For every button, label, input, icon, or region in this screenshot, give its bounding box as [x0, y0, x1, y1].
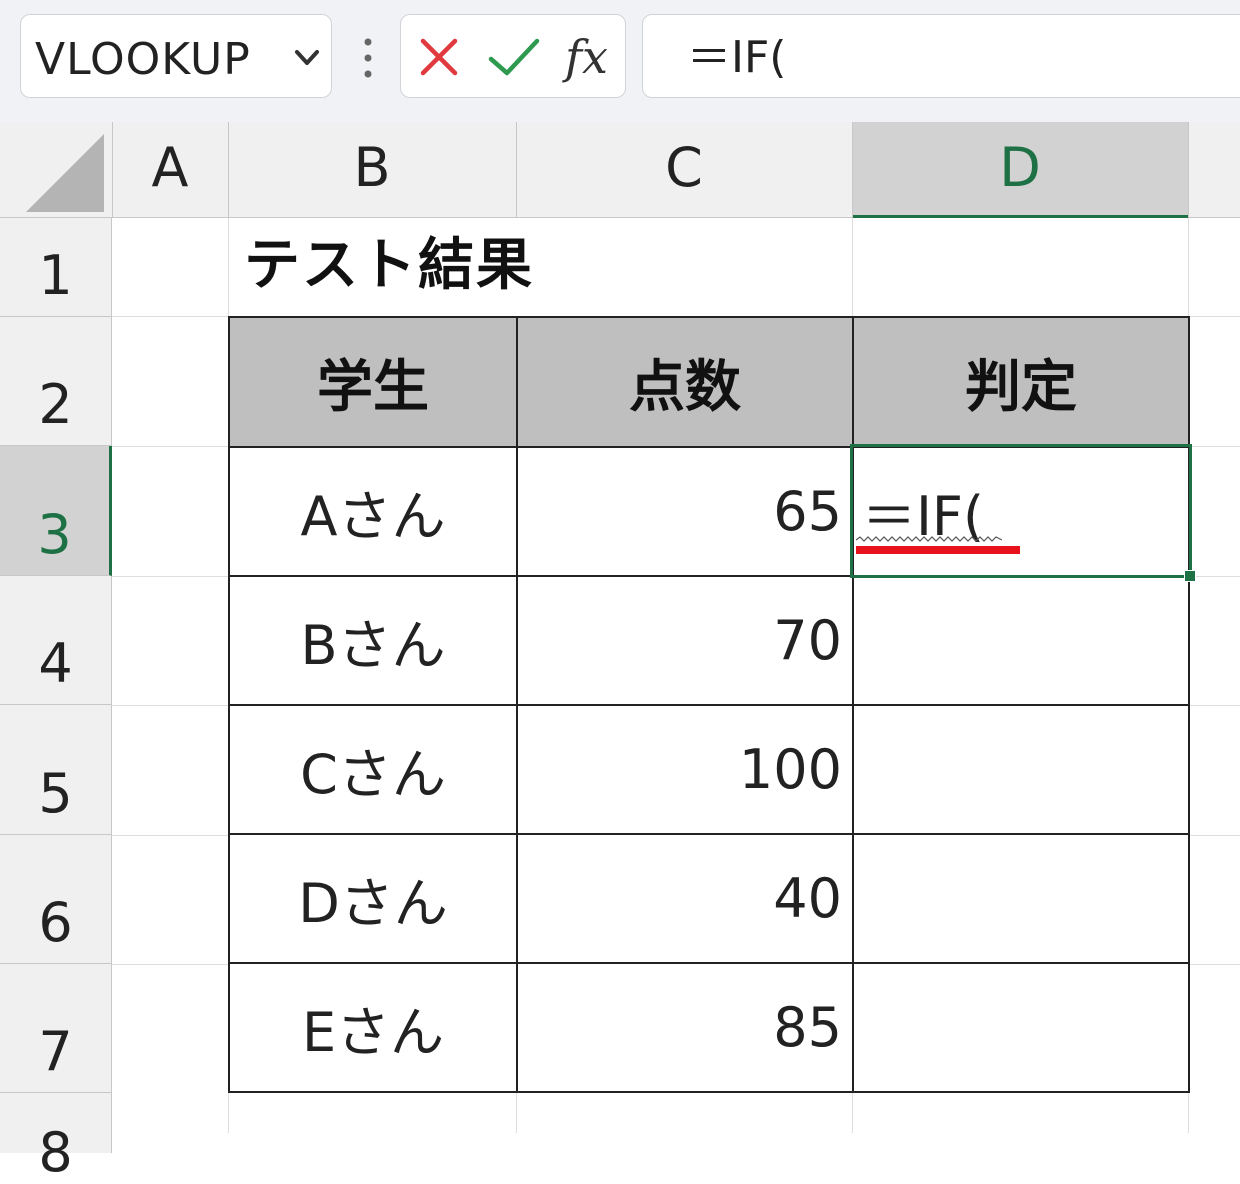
gridline: [112, 835, 228, 836]
gridline: [852, 1093, 853, 1133]
cell-name[interactable]: Dさん: [228, 833, 518, 964]
cell-name[interactable]: Bさん: [228, 575, 518, 706]
col-sep: [852, 122, 853, 218]
col-sep: [516, 122, 517, 218]
gridline: [112, 316, 228, 317]
gridline: [1188, 705, 1240, 706]
gridline: [112, 964, 228, 965]
header-student[interactable]: 学生: [228, 316, 518, 448]
formula-input[interactable]: ＝IF(: [642, 14, 1240, 98]
gridline: [1188, 964, 1240, 965]
results-table: 学生 点数 判定 Aさん 65 ＝IF( Bさん 70 Cさん 100 Dさん …: [228, 316, 1190, 1093]
cell-score[interactable]: 85: [516, 962, 854, 1093]
table-row: Bさん 70: [228, 575, 1190, 706]
row-header-4[interactable]: 4: [0, 576, 112, 705]
gridline: [1188, 835, 1240, 836]
header-score[interactable]: 点数: [516, 316, 854, 448]
cell-name[interactable]: Eさん: [228, 962, 518, 1093]
formula-bar: VLOOKUP fx ＝IF(: [0, 0, 1240, 122]
row-header-3[interactable]: 3: [0, 446, 112, 576]
table-row: Dさん 40: [228, 833, 1190, 964]
gridline: [112, 705, 228, 706]
gridline: [1188, 446, 1240, 447]
gridline: [228, 1093, 229, 1133]
cell-score[interactable]: 100: [516, 704, 854, 835]
table-header-row: 学生 点数 判定: [228, 316, 1190, 448]
cell-score[interactable]: 40: [516, 833, 854, 964]
cell-judge[interactable]: [852, 833, 1190, 964]
table-row: Cさん 100: [228, 704, 1190, 835]
gridline: [112, 576, 228, 577]
row-header-8[interactable]: 8: [0, 1093, 112, 1183]
gridline: [1188, 1093, 1189, 1133]
gridline: [1188, 218, 1189, 317]
column-header-d[interactable]: D: [852, 122, 1188, 218]
cell-judge-editing[interactable]: ＝IF(: [852, 446, 1190, 577]
name-box-value: VLOOKUP: [35, 34, 251, 85]
gridline: [516, 1093, 517, 1133]
check-icon[interactable]: [487, 35, 541, 79]
col-sep: [228, 122, 229, 218]
select-all-corner[interactable]: [0, 122, 112, 218]
formula-buttons: fx: [400, 14, 626, 98]
column-header-b[interactable]: B: [228, 122, 516, 218]
column-header-c[interactable]: C: [516, 122, 852, 218]
row-header-2[interactable]: 2: [0, 317, 112, 446]
header-judge[interactable]: 判定: [852, 316, 1190, 448]
close-icon[interactable]: [417, 35, 461, 79]
cell-judge[interactable]: [852, 704, 1190, 835]
red-underline-annotation: [856, 546, 1020, 554]
col-sep: [1188, 122, 1189, 218]
gridline: [852, 218, 853, 317]
row-header-1[interactable]: 1: [0, 218, 112, 317]
col-sep: [112, 122, 113, 218]
insert-function-button[interactable]: fx: [565, 29, 608, 85]
chevron-down-icon[interactable]: [293, 47, 321, 69]
column-header-e[interactable]: [1188, 122, 1240, 218]
name-box[interactable]: VLOOKUP: [20, 14, 332, 98]
fill-handle[interactable]: [1184, 570, 1196, 582]
gridline: [1188, 316, 1240, 317]
table-row: Eさん 85: [228, 962, 1190, 1093]
sheet-title[interactable]: テスト結果: [244, 226, 534, 306]
gridline: [228, 218, 229, 317]
cell-score[interactable]: 65: [516, 446, 854, 577]
cell-judge[interactable]: [852, 962, 1190, 1093]
formula-input-value: ＝IF(: [687, 32, 787, 83]
select-all-triangle-icon: [26, 134, 104, 212]
gridline: [112, 446, 228, 447]
column-header-a[interactable]: A: [112, 122, 228, 218]
input-underline-squiggle: [856, 536, 1002, 542]
row-header-7[interactable]: 7: [0, 964, 112, 1093]
row-header-5[interactable]: 5: [0, 705, 112, 835]
row-header-6[interactable]: 6: [0, 835, 112, 964]
cell-judge[interactable]: [852, 575, 1190, 706]
more-options-icon[interactable]: [360, 36, 376, 80]
table-row: Aさん 65 ＝IF(: [228, 446, 1190, 577]
cell-name[interactable]: Cさん: [228, 704, 518, 835]
cell-name[interactable]: Aさん: [228, 446, 518, 577]
cell-score[interactable]: 70: [516, 575, 854, 706]
